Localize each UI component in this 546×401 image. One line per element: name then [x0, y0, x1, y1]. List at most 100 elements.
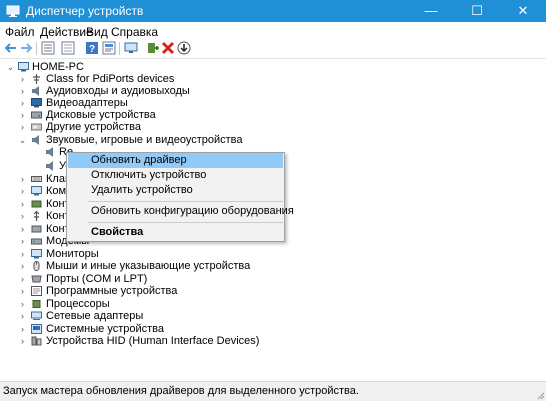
speaker-icon	[32, 135, 39, 145]
tree-item-system-devices[interactable]: › Системные устройства	[0, 323, 300, 335]
menu-help[interactable]: Справка	[111, 25, 158, 39]
properties-menu-item[interactable]: Свойства	[68, 225, 283, 240]
expand-chevron-icon[interactable]: ›	[18, 109, 27, 121]
menu-separator	[88, 201, 283, 202]
tree-item-label: Звуковые, игровые и видеоустройства	[46, 134, 243, 146]
toolbar: ?	[0, 40, 546, 59]
tree-item-label: Аудиовходы и аудиовыходы	[46, 85, 190, 97]
uninstall-device-menu-item[interactable]: Удалить устройство	[68, 183, 283, 198]
back-icon[interactable]	[4, 41, 18, 55]
menu-item-label: Обновить конфигурацию оборудования	[91, 205, 294, 217]
expand-chevron-icon[interactable]: ›	[18, 248, 27, 260]
computer-icon	[31, 186, 42, 196]
tree-item-software-devices[interactable]: › Программные устройства	[0, 285, 300, 297]
port-icon	[31, 275, 42, 283]
uninstall-icon[interactable]	[161, 41, 175, 55]
speaker-icon	[32, 86, 39, 96]
download-icon[interactable]	[177, 41, 191, 55]
scan-hardware-menu-item[interactable]: Обновить конфигурацию оборудования	[68, 204, 294, 219]
minimize-button[interactable]: —	[408, 0, 454, 22]
expand-chevron-icon[interactable]: ›	[18, 260, 27, 272]
tree-item-label: Другие устройства	[46, 121, 141, 133]
disable-device-menu-item[interactable]: Отключить устройство	[68, 168, 283, 183]
status-text: Запуск мастера обновления драйверов для …	[3, 385, 359, 397]
tree-root[interactable]: ⌄ HOME-PC	[0, 61, 200, 73]
monitor-icon[interactable]	[124, 41, 138, 55]
port-icon	[33, 74, 40, 84]
tree-item-label: Порты (COM и LPT)	[46, 273, 148, 285]
menu-action[interactable]: Действие	[40, 25, 93, 39]
hid-icon	[31, 336, 42, 346]
controller-icon	[31, 200, 42, 208]
list-view-icon[interactable]	[61, 41, 75, 55]
tree-item-label: Процессоры	[46, 298, 110, 310]
system-device-icon	[31, 324, 42, 334]
tree-item-label: Системные устройства	[46, 323, 165, 335]
network-adapter-icon	[31, 311, 42, 320]
help-icon[interactable]: ?	[85, 41, 99, 55]
expand-chevron-icon[interactable]: ›	[18, 235, 27, 247]
tree-item-ports[interactable]: › Порты (COM и LPT)	[0, 273, 300, 285]
title-bar[interactable]: Диспетчер устройств — ☐ ✕	[0, 0, 546, 22]
expand-chevron-icon[interactable]: ›	[18, 323, 27, 335]
tree-item-pdiports[interactable]: › Class for PdiPorts devices	[0, 73, 300, 85]
tree-item-monitors[interactable]: › Мониторы	[0, 248, 300, 260]
keyboard-icon	[31, 176, 42, 182]
speaker-icon	[46, 161, 53, 171]
properties-icon[interactable]	[41, 41, 55, 55]
resize-grip-icon[interactable]	[535, 390, 545, 400]
tree-item-video-adapters[interactable]: › Видеоадаптеры	[0, 97, 300, 109]
tree-item-processors[interactable]: › Процессоры	[0, 298, 300, 310]
expand-chevron-icon[interactable]: ›	[18, 85, 27, 97]
update-driver-icon[interactable]	[146, 41, 160, 55]
expand-chevron-icon[interactable]: ›	[18, 223, 27, 235]
close-button[interactable]: ✕	[500, 0, 546, 22]
expand-chevron-icon[interactable]: ›	[18, 310, 27, 322]
tree-item-sound-video-game[interactable]: ⌄ Звуковые, игровые и видеоустройства	[0, 134, 300, 146]
tree-item-disk-drives[interactable]: › Дисковые устройства	[0, 109, 300, 121]
collapse-chevron-icon[interactable]: ⌄	[18, 134, 27, 146]
menu-item-label: Обновить драйвер	[91, 154, 187, 166]
expand-chevron-icon[interactable]: ›	[18, 173, 27, 185]
tree-item-audio-io[interactable]: › Аудиовходы и аудиовыходы	[0, 85, 300, 97]
forward-icon[interactable]	[19, 41, 33, 55]
menu-bar: Файл Действие Вид Справка	[0, 22, 546, 40]
tree-item-hid[interactable]: › Устройства HID (Human Interface Device…	[0, 335, 320, 347]
mouse-icon	[33, 261, 40, 271]
collapse-chevron-icon[interactable]: ⌄	[6, 61, 15, 73]
tree-item-label: Программные устройства	[46, 285, 178, 297]
tree-item-label: Сетевые адаптеры	[46, 310, 144, 322]
expand-chevron-icon[interactable]: ›	[18, 185, 27, 197]
expand-chevron-icon[interactable]: ›	[18, 335, 27, 347]
monitor-icon	[31, 249, 42, 259]
menu-item-label: Удалить устройство	[91, 184, 193, 196]
tree-item-label: Class for PdiPorts devices	[46, 73, 175, 85]
menu-file[interactable]: Файл	[5, 25, 35, 39]
maximize-button[interactable]: ☐	[454, 0, 500, 22]
expand-chevron-icon[interactable]: ›	[18, 97, 27, 109]
computer-icon	[18, 62, 29, 72]
tree-item-label: Мониторы	[46, 248, 99, 260]
expand-chevron-icon[interactable]: ›	[18, 210, 27, 222]
tree-item-other-devices[interactable]: › Другие устройства	[0, 121, 300, 133]
show-hidden-icon[interactable]	[102, 41, 116, 55]
expand-chevron-icon[interactable]: ›	[18, 73, 27, 85]
menu-item-label: Свойства	[91, 226, 144, 238]
expand-chevron-icon[interactable]: ›	[18, 273, 27, 285]
tree-item-network-adapters[interactable]: › Сетевые адаптеры	[0, 310, 300, 322]
modem-icon	[31, 238, 42, 245]
expand-chevron-icon[interactable]: ›	[18, 285, 27, 297]
tree-item-mice[interactable]: › Мыши и иные указывающие устройства	[0, 260, 300, 272]
tree-item-label: Видеоадаптеры	[46, 97, 128, 109]
menu-item-label: Отключить устройство	[91, 169, 207, 181]
svg-text:?: ?	[89, 44, 95, 55]
menu-separator	[88, 222, 283, 223]
expand-chevron-icon[interactable]: ›	[18, 298, 27, 310]
tree-item-label: Дисковые устройства	[46, 109, 156, 121]
expand-chevron-icon[interactable]: ›	[18, 121, 27, 133]
menu-view[interactable]: Вид	[86, 25, 108, 39]
update-driver-menu-item[interactable]: Обновить драйвер	[68, 153, 283, 168]
expand-chevron-icon[interactable]: ›	[18, 198, 27, 210]
processor-icon	[32, 300, 41, 308]
tree-item-label: Мыши и иные указывающие устройства	[46, 260, 251, 272]
